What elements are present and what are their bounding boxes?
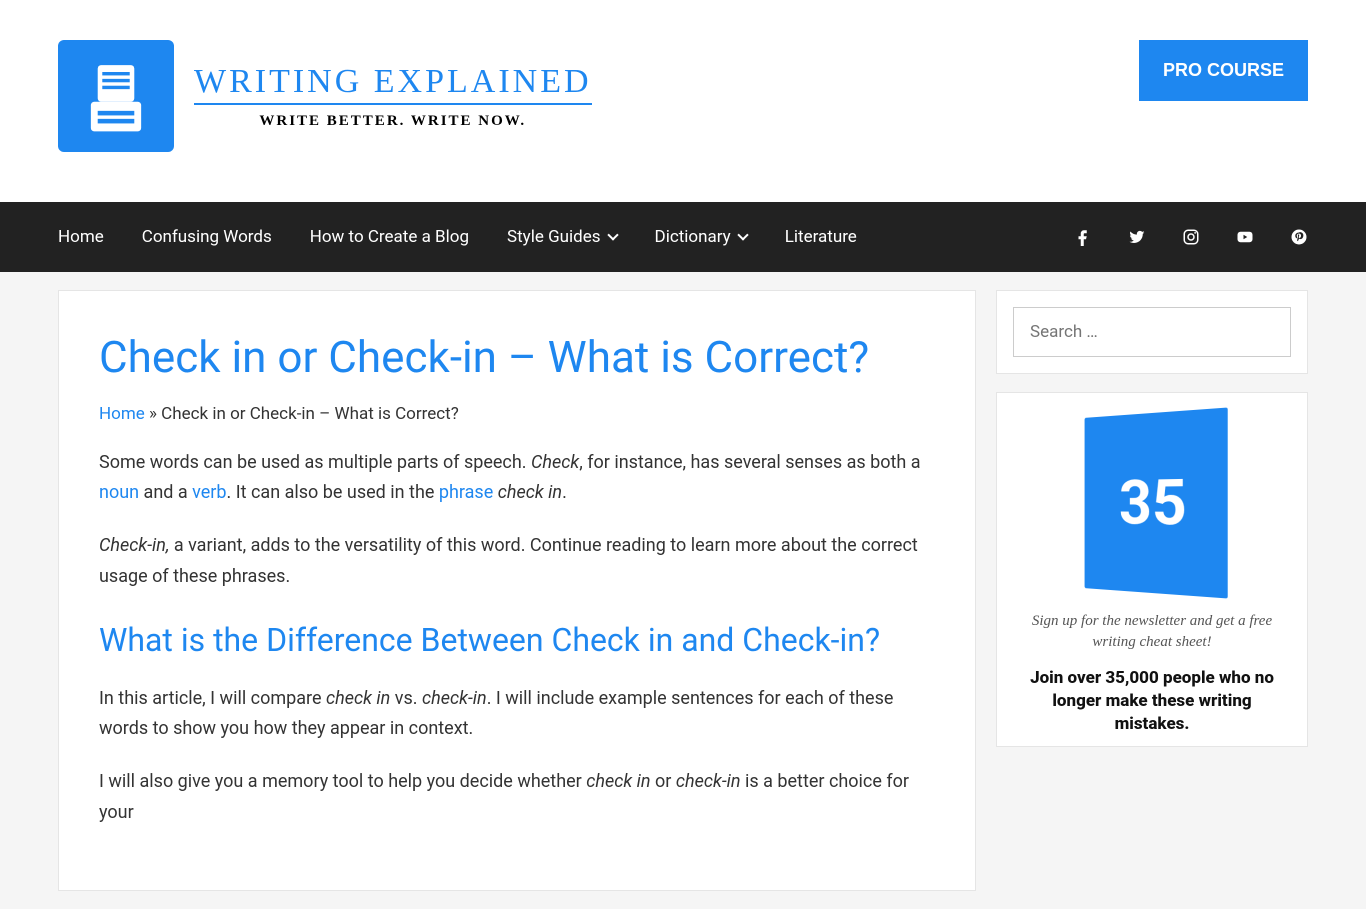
breadcrumb-sep: » bbox=[145, 404, 161, 424]
book-icon: 35 bbox=[1085, 407, 1228, 598]
site-tagline: WRITE BETTER. WRITE NOW. bbox=[194, 113, 592, 130]
nav-label: Home bbox=[58, 227, 104, 247]
instagram-icon[interactable] bbox=[1182, 228, 1200, 246]
promo-caption: Sign up for the newsletter and get a fre… bbox=[1007, 611, 1297, 653]
paragraph: In this article, I will compare check in… bbox=[99, 684, 935, 745]
paragraph: Some words can be used as multiple parts… bbox=[99, 448, 935, 509]
article: Check in or Check-in – What is Correct? … bbox=[58, 290, 976, 891]
nav-style-guides[interactable]: Style Guides bbox=[507, 227, 617, 247]
site-title: WRITING EXPLAINED bbox=[194, 63, 592, 105]
link-noun[interactable]: noun bbox=[99, 482, 139, 503]
nav-home[interactable]: Home bbox=[58, 227, 104, 247]
sidebar: 35 Sign up for the newsletter and get a … bbox=[996, 290, 1308, 747]
link-phrase[interactable]: phrase bbox=[439, 482, 493, 503]
twitter-icon[interactable] bbox=[1128, 228, 1146, 246]
chevron-down-icon bbox=[607, 229, 618, 240]
breadcrumb-home[interactable]: Home bbox=[99, 404, 145, 424]
breadcrumb-current: Check in or Check-in – What is Correct? bbox=[161, 404, 459, 424]
content-area: Check in or Check-in – What is Correct? … bbox=[0, 272, 1366, 909]
nav-confusing-words[interactable]: Confusing Words bbox=[142, 227, 272, 247]
nav-label: How to Create a Blog bbox=[310, 227, 469, 247]
newsletter-promo[interactable]: 35 Sign up for the newsletter and get a … bbox=[996, 392, 1308, 747]
main-nav: Home Confusing Words How to Create a Blo… bbox=[0, 202, 1366, 272]
link-verb[interactable]: verb bbox=[192, 482, 226, 503]
youtube-icon[interactable] bbox=[1236, 228, 1254, 246]
breadcrumb: Home » Check in or Check-in – What is Co… bbox=[99, 404, 935, 424]
pinterest-icon[interactable] bbox=[1290, 228, 1308, 246]
promo-headline: Join over 35,000 people who no longer ma… bbox=[1007, 667, 1297, 736]
logo-icon bbox=[58, 40, 174, 152]
nav-label: Style Guides bbox=[507, 227, 601, 247]
facebook-icon[interactable] bbox=[1074, 228, 1092, 246]
paragraph: I will also give you a memory tool to he… bbox=[99, 767, 935, 828]
nav-label: Literature bbox=[785, 227, 857, 247]
paragraph: Check-in, a variant, adds to the versati… bbox=[99, 531, 935, 592]
chevron-down-icon bbox=[737, 229, 748, 240]
search-widget bbox=[996, 290, 1308, 374]
article-title: Check in or Check-in – What is Correct? bbox=[99, 331, 935, 384]
social-icons bbox=[1074, 228, 1308, 246]
nav-label: Dictionary bbox=[655, 227, 731, 247]
pro-course-button[interactable]: PRO COURSE bbox=[1139, 40, 1308, 101]
nav-dictionary[interactable]: Dictionary bbox=[655, 227, 747, 247]
section-heading: What is the Difference Between Check in … bbox=[99, 620, 935, 662]
logo-text: WRITING EXPLAINED WRITE BETTER. WRITE NO… bbox=[194, 63, 592, 130]
nav-links: Home Confusing Words How to Create a Blo… bbox=[58, 227, 857, 247]
nav-label: Confusing Words bbox=[142, 227, 272, 247]
nav-create-blog[interactable]: How to Create a Blog bbox=[310, 227, 469, 247]
search-input[interactable] bbox=[1013, 307, 1291, 357]
nav-literature[interactable]: Literature bbox=[785, 227, 857, 247]
site-header: WRITING EXPLAINED WRITE BETTER. WRITE NO… bbox=[0, 0, 1366, 202]
logo-area[interactable]: WRITING EXPLAINED WRITE BETTER. WRITE NO… bbox=[58, 40, 592, 152]
